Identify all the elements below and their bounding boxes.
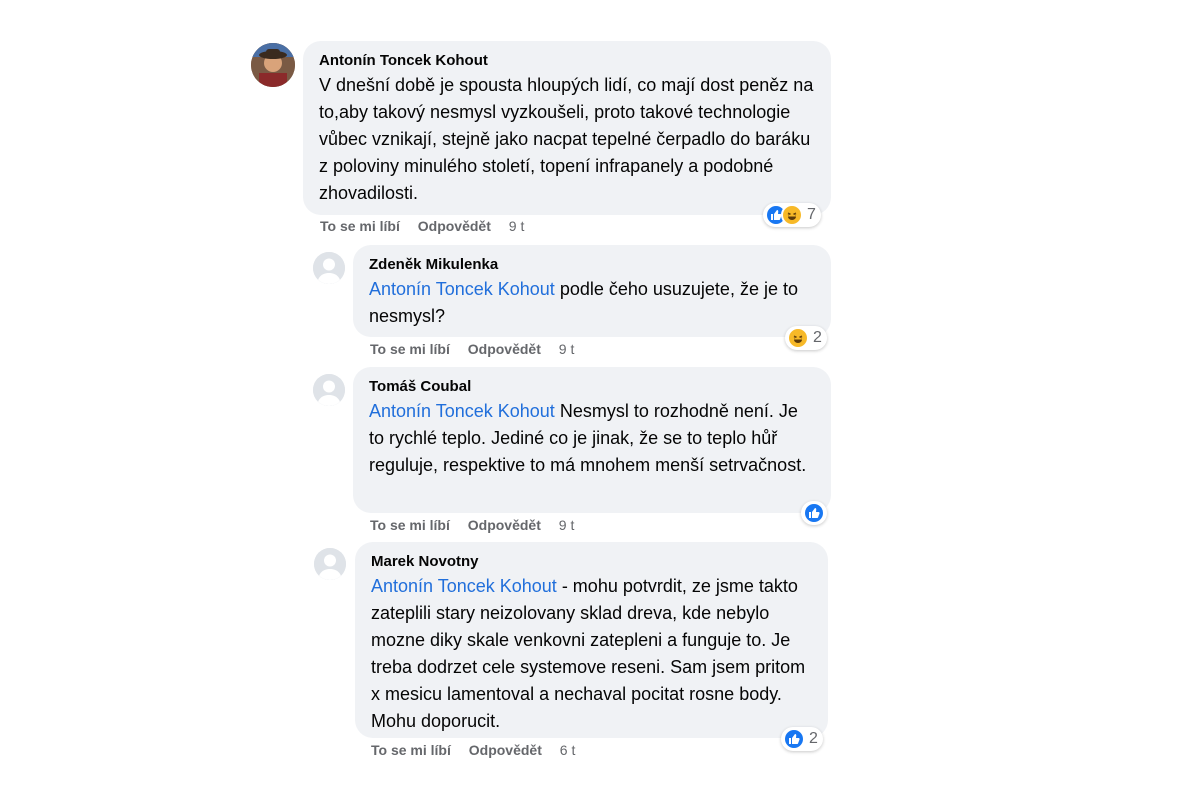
mention-link[interactable]: Antonín Toncek Kohout <box>369 401 555 421</box>
comment-text: Antonín Toncek Kohout - mohu potvrdit, z… <box>371 573 812 735</box>
avatar[interactable] <box>313 252 345 284</box>
reply-button[interactable]: Odpovědět <box>469 742 542 758</box>
comment-author[interactable]: Zdeněk Mikulenka <box>369 255 815 274</box>
like-button[interactable]: To se mi líbí <box>370 341 450 357</box>
comment-text: V dnešní době je spousta hloupých lidí, … <box>319 75 814 203</box>
timestamp[interactable]: 9 t <box>559 517 575 533</box>
comment-actions: To se mi líbí Odpovědět 9 t <box>320 218 538 234</box>
comment-bubble: Antonín Toncek Kohout V dnešní době je s… <box>303 41 831 215</box>
comment-body: - mohu potvrdit, ze jsme takto zateplili… <box>371 576 806 731</box>
comment-author[interactable]: Marek Novotny <box>371 552 812 571</box>
reaction-count: 2 <box>809 730 818 747</box>
timestamp[interactable]: 6 t <box>560 742 576 758</box>
comment-bubble: Zdeněk Mikulenka Antonín Toncek Kohout p… <box>353 245 831 337</box>
comment-text: Antonín Toncek Kohout podle čeho usuzuje… <box>369 276 815 330</box>
mention-link[interactable]: Antonín Toncek Kohout <box>371 576 557 596</box>
avatar[interactable] <box>251 43 295 87</box>
like-icon <box>803 502 825 524</box>
like-button[interactable]: To se mi líbí <box>320 218 400 234</box>
like-icon <box>783 728 805 750</box>
avatar[interactable] <box>314 548 346 580</box>
comments-thread: { "comments": [ { "author": "Antonín Ton… <box>0 0 1200 800</box>
comment-actions: To se mi líbí Odpovědět 9 t <box>370 341 588 357</box>
comment-author[interactable]: Tomáš Coubal <box>369 377 815 396</box>
reactions-summary[interactable]: 2 <box>785 326 827 350</box>
like-button[interactable]: To se mi líbí <box>370 517 450 533</box>
avatar[interactable] <box>313 374 345 406</box>
reactions-summary[interactable]: 2 <box>781 727 823 751</box>
reply-button[interactable]: Odpovědět <box>468 517 541 533</box>
like-button[interactable]: To se mi líbí <box>371 742 451 758</box>
reactions-summary[interactable]: 7 <box>763 203 821 227</box>
timestamp[interactable]: 9 t <box>509 218 525 234</box>
reactions-summary[interactable] <box>801 501 827 525</box>
comment-actions: To se mi líbí Odpovědět 6 t <box>371 742 589 758</box>
comment-bubble: Marek Novotny Antonín Toncek Kohout - mo… <box>355 542 828 738</box>
reply-button[interactable]: Odpovědět <box>468 341 541 357</box>
reaction-count: 2 <box>813 329 822 346</box>
comment-bubble: Tomáš Coubal Antonín Toncek Kohout Nesmy… <box>353 367 831 513</box>
comment-text: Antonín Toncek Kohout Nesmysl to rozhodn… <box>369 398 815 479</box>
haha-icon <box>781 204 803 226</box>
comment-author[interactable]: Antonín Toncek Kohout <box>319 51 815 70</box>
comment-actions: To se mi líbí Odpovědět 9 t <box>370 517 588 533</box>
reply-button[interactable]: Odpovědět <box>418 218 491 234</box>
timestamp[interactable]: 9 t <box>559 341 575 357</box>
haha-icon <box>787 327 809 349</box>
mention-link[interactable]: Antonín Toncek Kohout <box>369 279 555 299</box>
reaction-count: 7 <box>807 206 816 223</box>
